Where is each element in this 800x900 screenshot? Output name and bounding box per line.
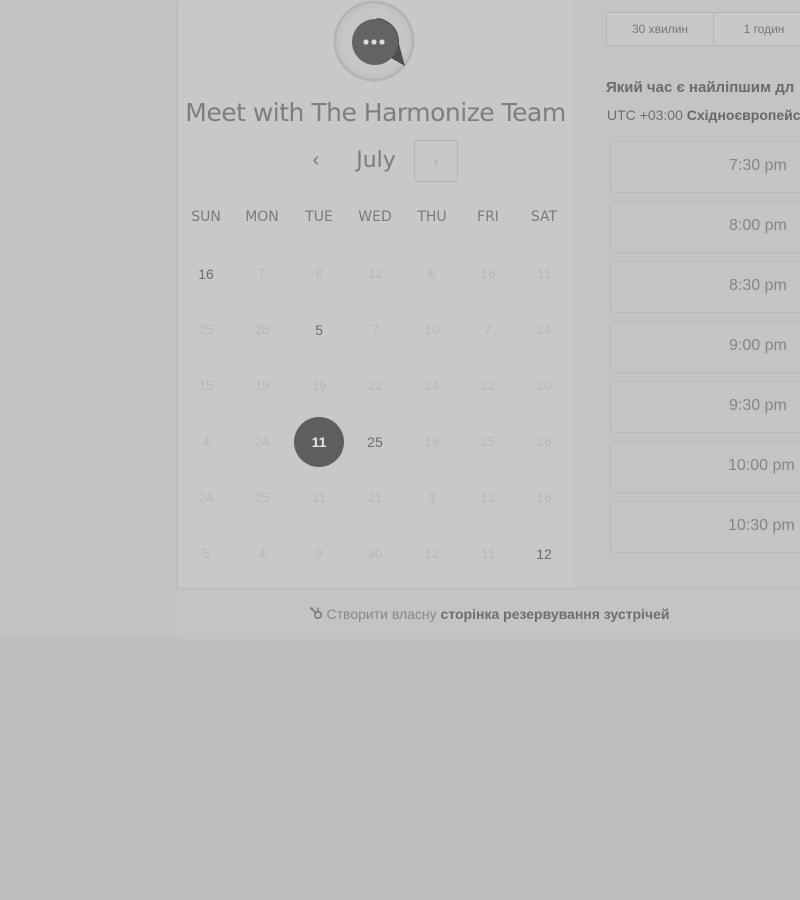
time-slot-label: 8:30 pm [729, 277, 787, 294]
time-slot[interactable]: 7:30 pm [610, 141, 800, 193]
calendar-day-available[interactable]: 25 [347, 414, 403, 470]
calendar-day-disabled: 22 [480, 378, 496, 393]
calendar-day-disabled: 26 [536, 434, 552, 449]
time-slot[interactable]: 8:30 pm [610, 261, 800, 313]
calendar-day-disabled: 4 [202, 434, 210, 449]
duration-selector: 30 хвилин 1 годин [606, 12, 800, 46]
time-slot-label: 9:00 pm [729, 337, 787, 354]
timezone-label[interactable]: UTC +03:00 Східноєвропейс [607, 107, 800, 123]
calendar-day-disabled: 28 [254, 322, 270, 337]
calendar-day-disabled: 8 [315, 266, 323, 281]
calendar-day-disabled: 19 [254, 378, 270, 393]
calendar-day-selected[interactable]: 11 [291, 414, 347, 470]
time-slot[interactable]: 9:30 pm [610, 381, 800, 433]
calendar-day-disabled: 19 [311, 378, 327, 393]
calendar-day-disabled: 4 [258, 546, 266, 561]
duration-30-button[interactable]: 30 хвилин [607, 13, 714, 45]
weekday-header: SUN MON TUE WED THU FRI SAT [178, 209, 573, 229]
month-navigation: ‹ July › [178, 140, 573, 184]
calendar-day-disabled: 10 [424, 322, 440, 337]
calendar-day-grid: 16 7 8 12 6 16 11 25 28 5 7 10 7 24 15 19 19 22 24 22 20 4 24 1… [178, 246, 573, 586]
time-slot-label: 8:00 pm [729, 217, 787, 234]
calendar-day-disabled: 16 [536, 490, 552, 505]
calendar-day-disabled: 7 [258, 266, 266, 281]
calendar-day-disabled: 20 [536, 378, 552, 393]
calendar-day-disabled: 11 [481, 546, 495, 561]
selected-day-circle: 11 [294, 417, 344, 467]
time-slot[interactable]: 10:00 pm [610, 441, 800, 493]
time-slot[interactable]: 8:00 pm [610, 201, 800, 253]
calendar-day-disabled: 5 [202, 546, 210, 561]
footer-prefix: Створити власну [326, 606, 441, 622]
next-month-button[interactable]: › [414, 140, 458, 182]
chevron-right-icon: › [433, 153, 439, 169]
weekday-wed: WED [358, 209, 392, 225]
calendar-day-disabled: 13 [480, 490, 496, 505]
calendar-day-disabled: 25 [254, 490, 270, 505]
calendar-day-disabled: 24 [198, 490, 214, 505]
timezone-offset: UTC +03:00 [607, 107, 687, 123]
calendar-day-disabled: 25 [480, 434, 496, 449]
calendar-day-disabled: 15 [198, 378, 214, 393]
weekday-tue: TUE [305, 209, 333, 225]
footer-bar: Створити власну сторінка резервування зу… [178, 588, 800, 639]
calendar-day-disabled: 6 [428, 266, 436, 281]
footer-link-text: сторінка резервування зустрічей [440, 606, 670, 622]
calendar-day-disabled: 3 [428, 490, 436, 505]
weekday-sun: SUN [191, 209, 221, 225]
prev-month-button[interactable]: ‹ [304, 148, 328, 172]
calendar-day-disabled: 12 [367, 266, 383, 281]
time-slot[interactable]: 10:30 pm [610, 501, 800, 553]
calendar-day-disabled: 7 [484, 322, 492, 337]
time-slot-label: 10:30 pm [728, 517, 795, 534]
time-slot-label: 7:30 pm [729, 157, 787, 174]
calendar-day-disabled: 7 [371, 322, 379, 337]
time-slot[interactable]: 9:00 pm [610, 321, 800, 373]
time-slot-label: 10:00 pm [728, 457, 795, 474]
weekday-sat: SAT [530, 209, 558, 225]
calendar-day-available[interactable]: 16 [178, 246, 234, 302]
calendar-day-disabled: 11 [537, 266, 551, 281]
weekday-mon: MON [245, 209, 279, 225]
calendar-day-disabled: 24 [424, 378, 440, 393]
calendar-day-disabled: 22 [367, 378, 383, 393]
timezone-name: Східноєвропейс [686, 107, 800, 123]
sprocket-icon [309, 606, 323, 623]
calendar-day-disabled: 9 [315, 546, 323, 561]
chevron-left-icon: ‹ [312, 149, 320, 171]
chat-bubble-logo-icon [333, 0, 415, 82]
time-question: Який час є найліпшим дл [606, 79, 795, 96]
calendar-day-disabled: 12 [424, 546, 440, 561]
calendar-day-disabled: 24 [536, 322, 552, 337]
calendar-day-disabled: 21 [367, 490, 383, 505]
calendar-day-disabled: 31 [311, 490, 327, 505]
duration-60-button[interactable]: 1 годин [714, 13, 800, 45]
calendar-day-available[interactable]: 12 [516, 526, 572, 582]
weekday-thu: THU [417, 209, 447, 225]
calendar-day-available[interactable]: 5 [291, 302, 347, 358]
footer-link[interactable]: Створити власну сторінка резервування зу… [327, 606, 670, 622]
calendar-day-disabled: 25 [198, 322, 214, 337]
time-slot-label: 9:30 pm [729, 397, 787, 414]
month-label: July [356, 148, 396, 173]
page-title: Meet with The Harmonize Team [185, 98, 566, 127]
weekday-fri: FRI [477, 209, 499, 225]
calendar-day-disabled: 16 [480, 266, 496, 281]
calendar-day-disabled: 19 [424, 434, 440, 449]
calendar-day-disabled: 24 [254, 434, 270, 449]
calendar-day-disabled: 30 [367, 546, 383, 561]
